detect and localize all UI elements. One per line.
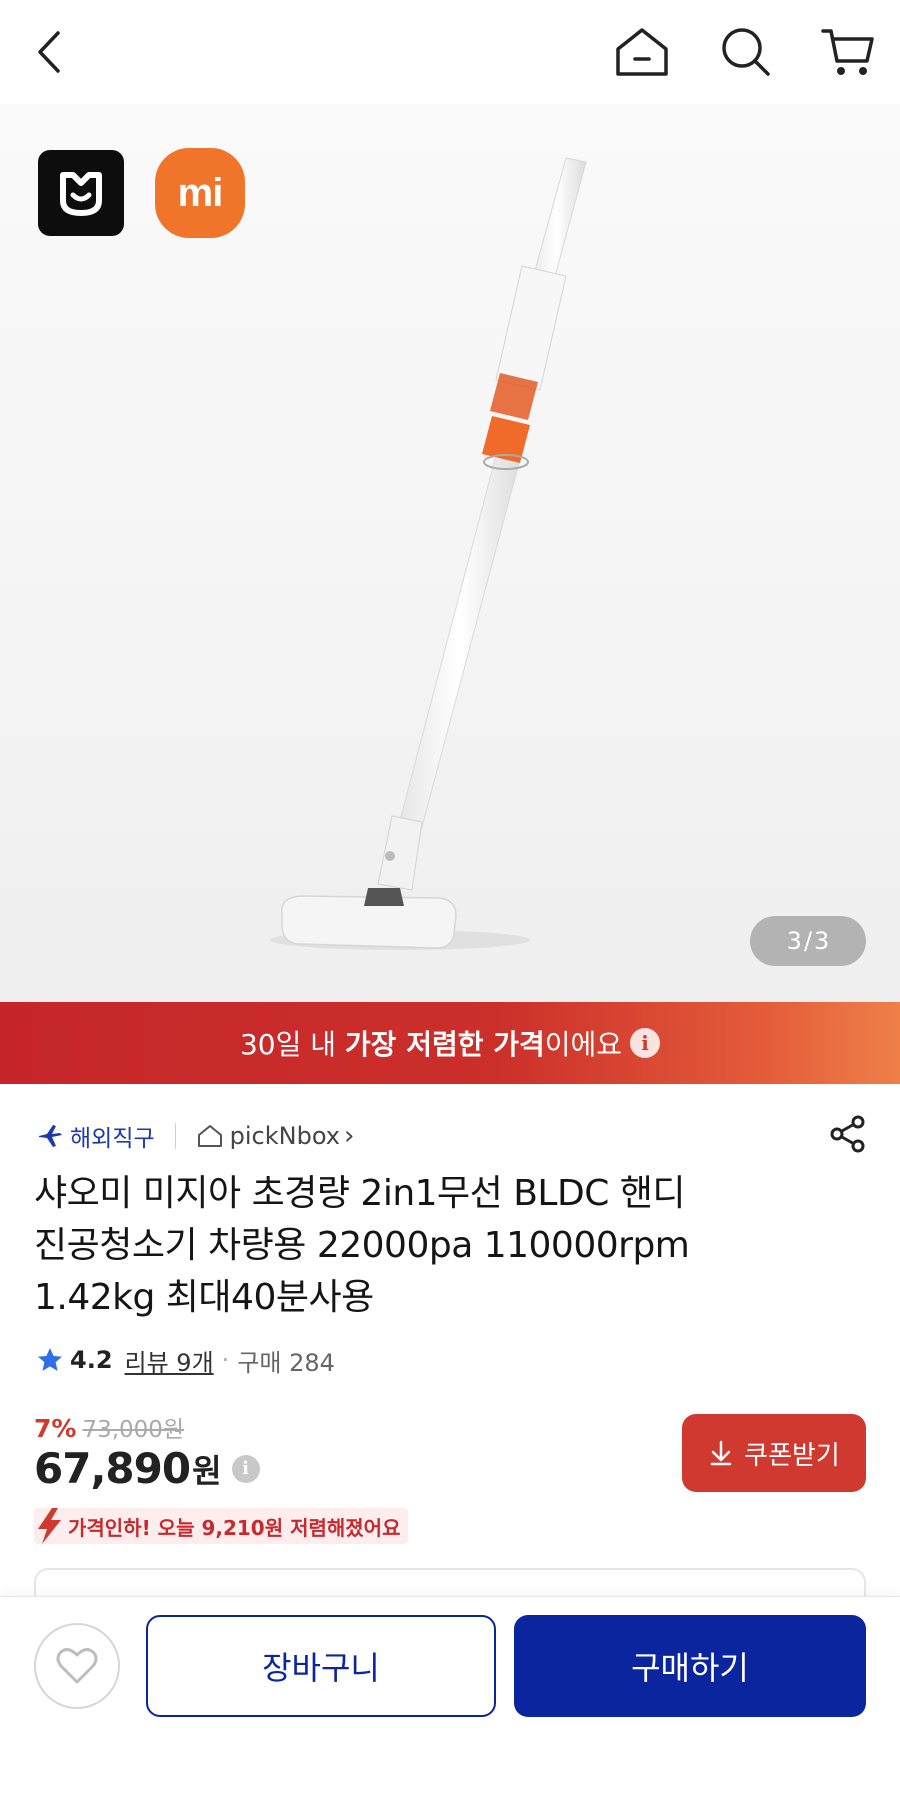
original-price: 73,000원 [82,1417,185,1443]
heart-icon [56,1648,98,1684]
product-meta-row: 해외직구 pickNbox › [36,1114,868,1158]
banner-text-bold: 가장 저렴한 가격 [344,1028,545,1061]
cart-icon [821,29,874,75]
page-indicator: 3 / 3 [750,916,866,966]
current-page: 3 [786,927,802,955]
download-icon [710,1440,732,1466]
add-to-cart-button[interactable]: 장바구니 [146,1615,496,1717]
vacuum-cleaner-image [270,157,587,950]
overseas-label: 해외직구 [70,1126,155,1152]
currency-unit: 원 [192,1451,222,1490]
price-info-icon[interactable]: i [231,1454,260,1483]
discount-percent: 7% [34,1414,77,1443]
seller-link[interactable]: pickNbox › [196,1121,355,1151]
chevron-right-icon: › [343,1121,355,1151]
sale-price: 67,890 [34,1444,191,1493]
price-drop-text: 가격인하! 오늘 9,210원 저렴해졌어요 [68,1515,401,1540]
product-title-line: 1.42kg 최대40분사용 [34,1277,374,1318]
overseas-direct-badge: 해외직구 [36,1119,155,1153]
info-icon[interactable]: i [630,1028,661,1058]
star-icon [38,1348,62,1371]
banner-text-prefix: 30일 내 [239,1028,345,1061]
chevron-left-icon [38,31,60,73]
search-button[interactable] [716,22,776,82]
home-icon [616,28,668,76]
store-icon [197,1125,222,1147]
top-nav-bar [0,0,900,104]
back-button[interactable] [20,22,80,82]
share-button[interactable] [828,1114,868,1158]
product-title-line: 샤오미 미지아 초경량 2in1무선 BLDC 핸디 [34,1173,686,1214]
banner-text-suffix: 이에요 [544,1028,623,1061]
rating-score: 4.2 [70,1346,113,1374]
airplane-icon [39,1125,62,1147]
rating-separator: · [221,1346,230,1374]
discount-row: 7% 73,000원 [34,1410,184,1444]
product-image-gallery[interactable]: mi 3 / 3 [0,98,900,1002]
home-button[interactable] [612,22,672,82]
purchase-count: 구매 284 [237,1348,335,1377]
coupon-label: 쿠폰받기 [744,1440,840,1471]
price-row: 67,890 원 i [34,1444,260,1493]
seller-name: pickNbox [229,1122,340,1150]
buy-now-button[interactable]: 구매하기 [514,1615,866,1717]
share-icon [830,1115,865,1153]
search-icon [722,28,770,76]
lowest-price-banner[interactable]: 30일 내 가장 저렴한 가격 이에요 i [0,1002,900,1084]
price-drop-notice: 가격인하! 오늘 9,210원 저렴해졌어요 [34,1508,409,1544]
bottom-action-bar: 장바구니 구매하기 [0,1596,900,1808]
cart-button[interactable] [818,22,878,82]
product-title-line: 진공청소기 차량용 22000pa 110000rpm [34,1225,690,1266]
coupon-button[interactable]: 쿠폰받기 [682,1414,866,1492]
rating-row: 4.2 리뷰 9개 · 구매 284 [36,1340,335,1380]
total-pages: 3 [814,927,830,955]
lightning-icon [38,1508,61,1544]
review-link[interactable]: 리뷰 9개 [125,1343,214,1378]
meta-divider [174,1123,176,1149]
product-title: 샤오미 미지아 초경량 2in1무선 BLDC 핸디 진공청소기 차량용 220… [34,1168,864,1324]
wishlist-button[interactable] [34,1623,120,1709]
page-separator: / [803,927,813,955]
